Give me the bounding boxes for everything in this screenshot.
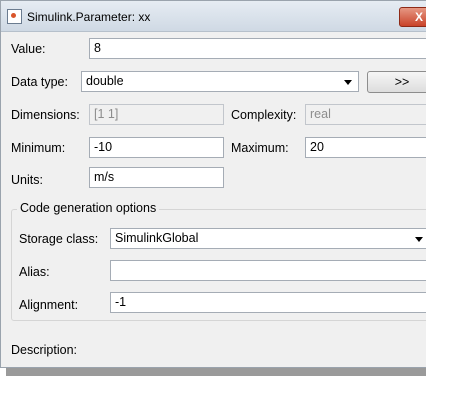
complexity-field: real	[305, 104, 435, 125]
maximum-label: Maximum:	[231, 141, 289, 155]
alignment-field[interactable]: -1	[110, 292, 434, 313]
window-title: Simulink.Parameter: xx	[27, 10, 151, 24]
alias-label: Alias:	[19, 265, 50, 279]
alignment-label: Alignment:	[19, 298, 79, 312]
value-field[interactable]: 8	[89, 38, 434, 59]
title-bar[interactable]: Simulink.Parameter: xx X	[1, 1, 435, 32]
minimum-field[interactable]: -10	[89, 137, 224, 158]
dimensions-field: [1 1]	[89, 104, 224, 125]
minimum-label: Minimum:	[11, 141, 66, 155]
complexity-label: Complexity:	[231, 108, 297, 122]
description-label: Description:	[11, 343, 77, 357]
data-type-dropdown[interactable]: double	[81, 71, 359, 92]
value-label: Value:	[11, 42, 46, 56]
chevron-down-icon	[344, 80, 352, 85]
parameter-dialog: Simulink.Parameter: xx X Value: 8 Data t…	[0, 0, 436, 368]
dimensions-label: Dimensions:	[11, 108, 80, 122]
simulink-app-icon	[7, 9, 22, 24]
chevron-down-icon	[415, 237, 423, 242]
maximum-field[interactable]: 20	[305, 137, 435, 158]
units-field[interactable]: m/s	[89, 167, 224, 188]
close-icon: X	[414, 10, 423, 24]
data-type-value: double	[86, 74, 124, 88]
storage-class-value: SimulinkGlobal	[115, 231, 199, 245]
alias-field[interactable]	[110, 260, 434, 281]
data-type-label: Data type:	[11, 75, 68, 89]
units-label: Units:	[11, 173, 43, 187]
torn-edge	[426, 0, 468, 399]
storage-class-label: Storage class:	[19, 232, 99, 246]
code-generation-title: Code generation options	[17, 201, 160, 215]
storage-class-dropdown[interactable]: SimulinkGlobal	[110, 228, 430, 249]
